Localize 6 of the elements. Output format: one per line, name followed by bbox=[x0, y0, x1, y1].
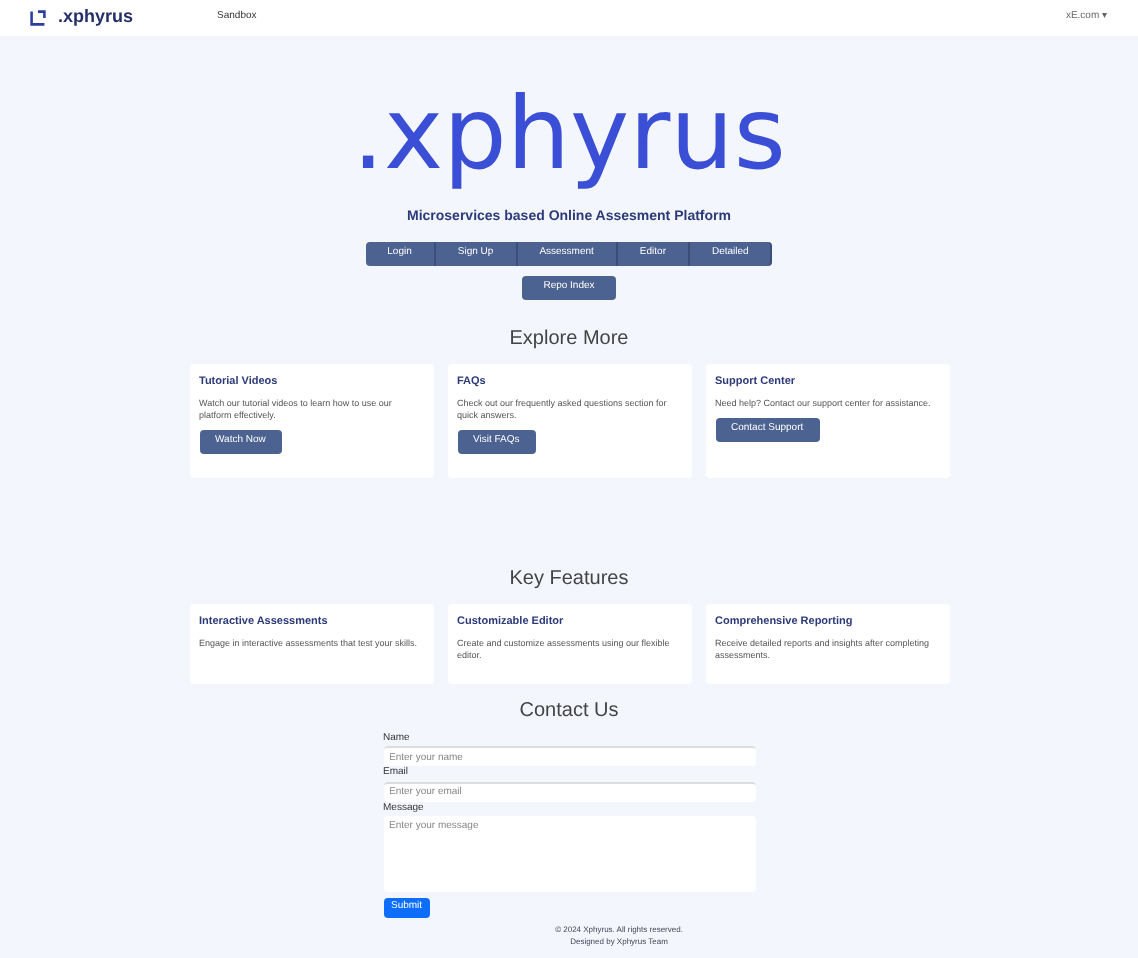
hero-title: .xphyrus bbox=[352, 84, 786, 184]
section-heading: Contact Us bbox=[519, 697, 619, 725]
section-heading: Key Features bbox=[509, 565, 629, 593]
section-heading: Explore More bbox=[509, 325, 629, 353]
logo-icon bbox=[30, 10, 46, 26]
brand-link[interactable]: .xphyrus bbox=[58, 4, 134, 32]
